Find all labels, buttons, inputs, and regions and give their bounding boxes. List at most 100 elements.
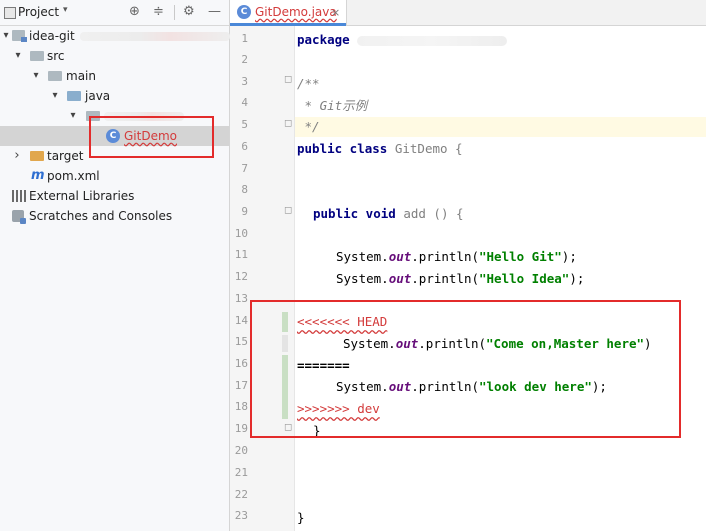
tree-item-label: main [66, 69, 96, 83]
code-token: System. [336, 249, 389, 264]
line-number: 16 [234, 357, 248, 370]
project-view-icon [4, 7, 16, 19]
fold-marker-icon[interactable]: ◻ [284, 74, 292, 85]
class-name: GitDemo { [387, 141, 463, 156]
tree-item-idea-git[interactable]: ▾ idea-git [0, 26, 230, 46]
folder-icon [48, 71, 62, 81]
line-number: 3 [241, 75, 248, 88]
field-token: out [388, 271, 412, 286]
line-number: 2 [241, 53, 248, 66]
chevron-down-icon[interactable]: ▾ [1, 26, 11, 46]
code-token: System. [336, 271, 389, 286]
fold-marker-icon[interactable]: ◻ [284, 205, 292, 216]
line-number: 19 [234, 422, 248, 435]
libraries-icon [12, 190, 26, 202]
project-panel: Project ▾ ⊕ ≑ ⚙ — ▾ idea-git ▾ src ▾ mai… [0, 0, 230, 531]
line-number: 9 [241, 205, 248, 218]
code-line-6: public class GitDemo { [297, 139, 463, 159]
code-line-1: package [297, 30, 508, 50]
line-number: 8 [241, 183, 248, 196]
code-token: ); [561, 249, 577, 264]
line-number: 13 [234, 292, 248, 305]
tree-item-src[interactable]: ▾ src [0, 46, 229, 66]
redacted-path [80, 32, 230, 41]
code-token: .println( [411, 271, 479, 286]
line-number: 15 [234, 335, 248, 348]
keyword: package [297, 32, 350, 47]
tree-item-main[interactable]: ▾ main [0, 66, 229, 86]
line-number: 12 [234, 270, 248, 283]
chevron-right-icon[interactable]: › [12, 146, 22, 166]
chevron-down-icon[interactable]: ▾ [63, 5, 68, 15]
annotation-highlight-box [89, 116, 214, 158]
annotation-highlight-box [250, 300, 681, 438]
string-literal: "Hello Idea" [479, 271, 570, 286]
current-line-highlight [295, 117, 706, 137]
editor-tab-bar: C GitDemo.java × [230, 0, 706, 26]
tree-item-scratches[interactable]: Scratches and Consoles [0, 206, 229, 226]
tree-item-label: idea-git [29, 29, 75, 43]
field-token: out [388, 249, 412, 264]
line-number: 4 [241, 96, 248, 109]
redacted-package-path [357, 35, 508, 46]
method-signature: add () { [395, 206, 464, 221]
line-number: 14 [234, 314, 248, 327]
module-folder-icon [12, 30, 27, 42]
project-panel-header: Project ▾ ⊕ ≑ ⚙ — [0, 0, 229, 26]
tree-item-external-libraries[interactable]: External Libraries [0, 186, 229, 206]
folder-icon [30, 51, 44, 61]
keyword: public class [297, 141, 388, 156]
code-line-4: * Git示例 [297, 98, 368, 113]
close-icon[interactable]: × [331, 0, 340, 25]
line-number: 17 [234, 379, 248, 392]
folder-icon [30, 151, 44, 161]
header-divider [174, 5, 175, 20]
tree-item-label: target [47, 149, 84, 163]
line-number: 6 [241, 140, 248, 153]
tab-gitdemo-java[interactable]: C GitDemo.java × [230, 0, 347, 26]
code-line-9: public void add () { [313, 204, 464, 224]
line-number: 23 [234, 509, 248, 522]
tree-item-java[interactable]: ▾ java [0, 86, 229, 106]
keyword: public void [313, 206, 396, 221]
code-line-11: System.out.println("Hello Git"); [336, 247, 577, 267]
scratches-icon [12, 210, 26, 224]
target-icon[interactable]: ⊕ [129, 4, 140, 19]
tab-label: GitDemo.java [255, 5, 337, 19]
chevron-down-icon[interactable]: ▾ [50, 86, 60, 106]
maven-icon: m [31, 168, 45, 183]
class-icon: C [237, 5, 251, 19]
tree-item-pom-xml[interactable]: m pom.xml [0, 166, 229, 186]
collapse-all-icon[interactable]: ≑ [153, 4, 164, 19]
line-number: 10 [234, 227, 248, 240]
line-number: 5 [241, 118, 248, 131]
chevron-down-icon[interactable]: ▾ [68, 106, 78, 126]
project-view-selector[interactable]: Project [18, 5, 59, 19]
line-number: 1 [241, 32, 248, 45]
code-token: .println( [411, 249, 479, 264]
fold-marker-icon[interactable]: ◻ [284, 118, 292, 129]
chevron-down-icon[interactable]: ▾ [13, 46, 23, 66]
tree-item-label: External Libraries [29, 189, 135, 203]
code-line-3: /** [297, 76, 320, 91]
tree-item-label: java [85, 89, 111, 103]
string-literal: "Hello Git" [479, 249, 562, 264]
line-number: 20 [234, 444, 248, 457]
tree-item-label: Scratches and Consoles [29, 209, 173, 223]
tree-item-label: src [47, 49, 65, 63]
source-folder-icon [67, 91, 81, 101]
line-number: 21 [234, 466, 248, 479]
code-line-23: } [297, 510, 305, 525]
minimize-icon[interactable]: — [208, 4, 221, 19]
code-editor[interactable]: C GitDemo.java × 1 2 3 4 5 6 7 8 9 10 11 12 13 14 15 16… [230, 0, 706, 531]
code-line-12: System.out.println("Hello Idea"); [336, 269, 584, 289]
line-number: 18 [234, 400, 248, 413]
tree-item-label: pom.xml [47, 169, 100, 183]
chevron-down-icon[interactable]: ▾ [31, 66, 41, 86]
gear-icon[interactable]: ⚙ [183, 4, 195, 19]
code-line-5: */ [297, 119, 320, 134]
line-number: 7 [241, 162, 248, 175]
code-token: ); [569, 271, 585, 286]
line-number: 22 [234, 488, 248, 501]
line-number: 11 [234, 248, 248, 261]
